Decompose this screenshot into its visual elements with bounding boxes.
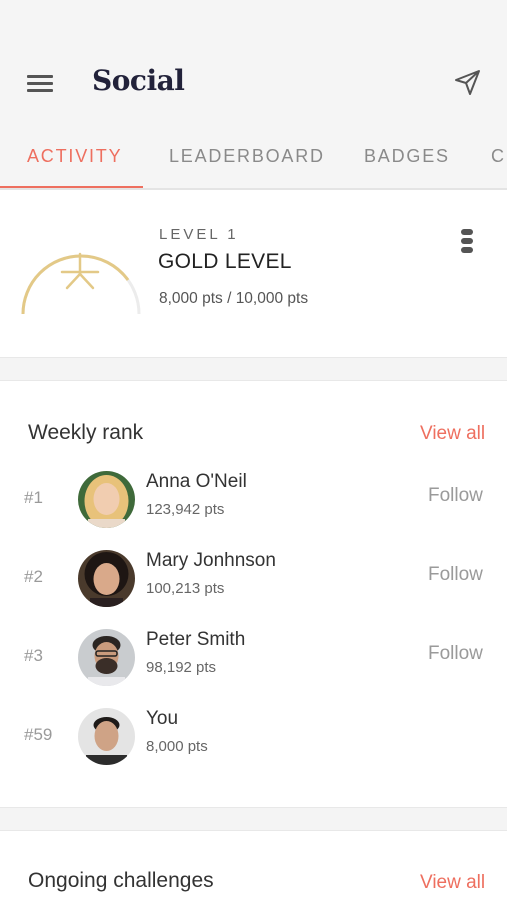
weekly-rank-card: Weekly rank View all #1 Anna O'Neil 123,… — [0, 380, 507, 808]
rank-row[interactable]: #59 You 8,000 pts — [0, 702, 507, 772]
tab-leaderboard[interactable]: LEADERBOARD — [169, 146, 325, 167]
rank-row[interactable]: #1 Anna O'Neil 123,942 pts Follow — [0, 465, 507, 535]
ongoing-challenges-view-all-link[interactable]: View all — [420, 872, 485, 894]
rank-number: #1 — [24, 488, 43, 507]
user-name: Mary Jonhnson — [146, 550, 276, 571]
rank-row[interactable]: #2 Mary Jonhnson 100,213 pts Follow — [0, 544, 507, 614]
user-points: 98,192 pts — [146, 659, 217, 676]
rank-row[interactable]: #3 Peter Smith 98,192 pts Follow — [0, 623, 507, 693]
more-vertical-icon[interactable] — [458, 228, 476, 256]
weekly-rank-view-all-link[interactable]: View all — [420, 423, 485, 445]
user-points: 100,213 pts — [146, 580, 225, 597]
user-name: Peter Smith — [146, 629, 246, 650]
level-points: 8,000 pts / 10,000 pts — [159, 290, 309, 307]
tab-badges[interactable]: BADGES — [364, 146, 450, 167]
avatar — [78, 708, 135, 765]
ongoing-challenges-title: Ongoing challenges — [28, 869, 214, 892]
hamburger-menu-icon[interactable] — [27, 73, 53, 93]
tab-bar: ACTIVITY LEADERBOARD BADGES CH — [0, 140, 507, 190]
follow-button[interactable]: Follow — [428, 643, 483, 665]
weekly-rank-title: Weekly rank — [28, 421, 144, 444]
star-icon — [60, 252, 100, 290]
app-bar: Social ACTIVITY LEADERBOARD BADGES CH — [0, 0, 507, 190]
follow-button[interactable]: Follow — [428, 485, 483, 507]
level-label: LEVEL 1 — [159, 226, 239, 243]
rank-number: #3 — [24, 646, 43, 665]
ongoing-challenges-card: Ongoing challenges View all — [0, 830, 507, 900]
tab-activity[interactable]: ACTIVITY — [27, 146, 122, 167]
tab-challenges[interactable]: CH — [491, 146, 507, 167]
avatar — [78, 629, 135, 686]
user-name: Anna O'Neil — [146, 471, 247, 492]
avatar — [78, 471, 135, 528]
rank-number: #2 — [24, 567, 43, 586]
level-progress-ring — [21, 252, 141, 314]
page-title: Social — [92, 64, 185, 97]
user-name: You — [146, 708, 179, 729]
avatar — [78, 550, 135, 607]
user-points: 123,942 pts — [146, 501, 225, 518]
user-points: 8,000 pts — [146, 738, 208, 755]
rank-number: #59 — [24, 725, 53, 744]
send-icon[interactable] — [453, 68, 483, 98]
follow-button[interactable]: Follow — [428, 564, 483, 586]
level-card: LEVEL 1 GOLD LEVEL 8,000 pts / 10,000 pt… — [0, 190, 507, 358]
level-name: GOLD LEVEL — [158, 250, 292, 273]
